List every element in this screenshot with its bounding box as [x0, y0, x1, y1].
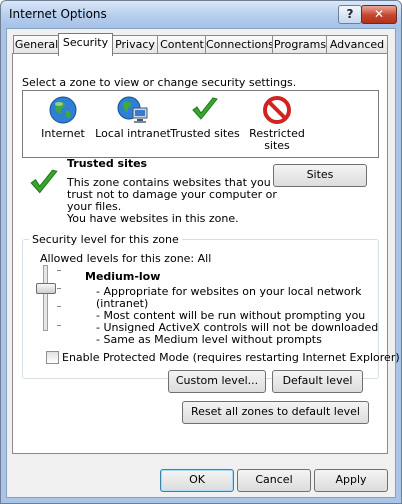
- zone-trusted-sites[interactable]: Trusted sites: [165, 91, 245, 157]
- close-button[interactable]: ✕: [361, 5, 397, 24]
- globe-icon: [49, 96, 77, 124]
- checkmark-icon: [30, 169, 58, 194]
- slider-tick: [57, 288, 61, 289]
- slider-tick: [57, 306, 61, 307]
- zone-label-internet: Internet: [41, 127, 85, 140]
- custom-level-button[interactable]: Custom level...: [168, 370, 266, 393]
- zone-heading: Trusted sites: [67, 157, 148, 170]
- checkmark-icon: [192, 97, 218, 120]
- zone-list: Internet Local intranet Trusted sites Re…: [22, 90, 379, 158]
- default-level-button[interactable]: Default level: [272, 370, 363, 393]
- window-title: Internet Options: [9, 7, 107, 21]
- security-level-slider-thumb[interactable]: [36, 283, 56, 294]
- allowed-levels-text: Allowed levels for this zone: All: [40, 252, 212, 265]
- intranet-icon: [117, 96, 148, 123]
- reset-all-zones-button[interactable]: Reset all zones to default level: [182, 401, 369, 424]
- zone-restricted-sites[interactable]: Restricted sites: [237, 91, 317, 157]
- protected-mode-checkbox[interactable]: [46, 351, 59, 364]
- zone-description-line-4: You have websites in this zone.: [67, 212, 239, 225]
- slider-tick: [57, 270, 61, 271]
- security-level-slider-track[interactable]: [43, 265, 48, 331]
- ok-button[interactable]: OK: [160, 469, 234, 492]
- apply-button[interactable]: Apply: [314, 469, 388, 492]
- cancel-button[interactable]: Cancel: [237, 469, 311, 492]
- protected-mode-label[interactable]: Enable Protected Mode (requires restarti…: [62, 351, 400, 364]
- security-level-name: Medium-low: [85, 270, 161, 283]
- zone-local-intranet[interactable]: Local intranet: [93, 91, 173, 157]
- help-button[interactable]: ?: [338, 5, 362, 24]
- restricted-icon: [263, 96, 291, 124]
- level-bullet-4: - Same as Medium level without prompts: [96, 333, 322, 346]
- tab-security[interactable]: Security: [58, 33, 113, 56]
- zone-internet[interactable]: Internet: [23, 91, 103, 157]
- sites-button[interactable]: Sites: [273, 164, 367, 187]
- zone-label-restricted-line2: sites: [264, 139, 290, 152]
- zone-prompt: Select a zone to view or change security…: [22, 76, 297, 89]
- security-level-title: Security level for this zone: [29, 233, 182, 246]
- zone-label-local-intranet: Local intranet: [95, 127, 171, 140]
- title-bar[interactable]: Internet Options ? ✕: [1, 1, 401, 27]
- slider-tick: [57, 325, 61, 326]
- zone-label-trusted-sites: Trusted sites: [170, 127, 240, 140]
